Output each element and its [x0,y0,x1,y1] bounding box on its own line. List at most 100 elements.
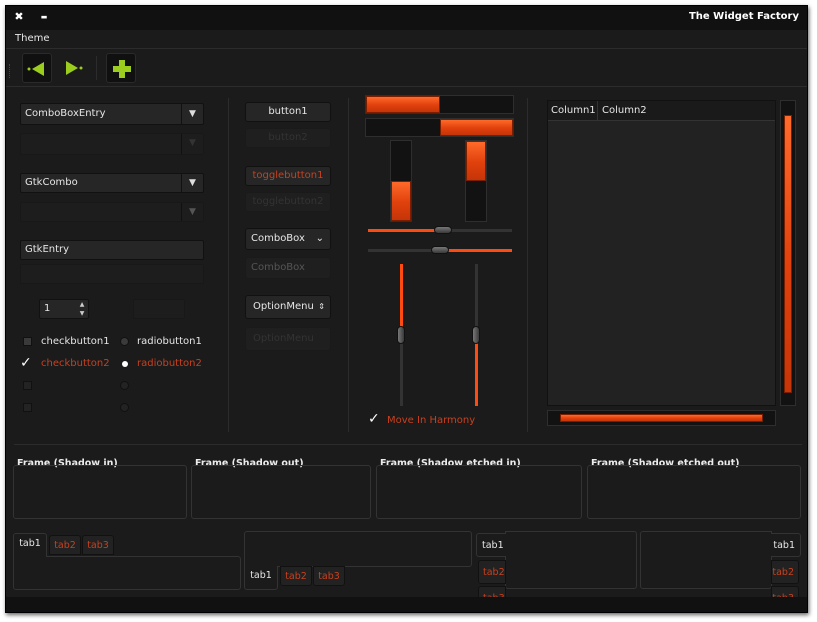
vscale2-fill [475,335,478,406]
spinbutton[interactable]: 1 ▲ ▼ [39,299,89,319]
spinbutton-value: 1 [44,303,51,314]
title-bar: ✖ ▬ The Widget Factory [6,6,807,30]
chevron-down-icon[interactable]: ▼ [181,174,203,192]
menu-theme[interactable]: Theme [15,33,50,44]
gtkentry-disabled [20,264,204,284]
gtkcombo[interactable]: GtkCombo ▼ [20,173,204,193]
radiobutton1-label[interactable]: radiobutton1 [137,336,202,347]
main-window: ✖ ▬ The Widget Factory Theme ComboBoxEnt… [5,5,808,613]
radiobutton4-disabled [120,403,129,412]
back-button[interactable] [22,53,52,83]
vscale2-trough[interactable] [472,264,480,406]
hscale2-trough[interactable] [368,246,512,254]
minimize-icon[interactable]: ▬ [38,11,50,23]
notebook-bottom-tab3[interactable]: tab3 [313,566,345,586]
hscale2-handle[interactable] [431,246,449,254]
hprogress1 [365,95,514,114]
chevron-down-icon: ▼ [181,203,203,221]
back-arrow-icon [27,62,44,76]
notebook-bottom-tab2[interactable]: tab2 [280,566,312,586]
plus-icon [113,60,131,78]
toolbar-separator [96,56,97,80]
togglebutton1[interactable]: togglebutton1 [245,166,331,186]
menubar-divider [6,48,807,49]
radiobutton3-disabled [120,381,129,390]
checkbutton1-label[interactable]: checkbutton1 [41,336,110,347]
notebook-right-tab2[interactable]: tab2 [771,560,799,584]
combobox-text: ComboBox [251,233,305,244]
vscale1-fill [400,264,403,335]
column1-header[interactable]: Column1 [548,101,598,121]
vprogress1-fill [391,181,411,221]
hprogress2 [365,118,514,137]
checkbutton2-label[interactable]: checkbutton2 [41,358,110,369]
vprogress2-fill [466,141,486,181]
forward-arrow-icon [66,61,83,75]
toolbar-grip[interactable] [9,64,12,78]
spinbutton-disabled [133,299,185,319]
horizontal-scrollbar-thumb[interactable] [560,414,763,422]
optionmenu-text: OptionMenu [253,301,314,312]
button2-disabled: button2 [245,128,331,148]
close-icon[interactable]: ✖ [13,11,25,23]
gtkentry-text: GtkEntry [25,244,70,255]
menubar: Theme [6,30,807,48]
hscale1-trough[interactable] [368,226,512,234]
checkbutton4-disabled [23,403,32,412]
vscale2-handle[interactable] [472,326,480,344]
column-separator [228,98,229,432]
horizontal-scrollbar[interactable] [547,410,776,426]
vprogress2 [465,140,487,222]
notebook-top-page [13,556,241,590]
section-divider [14,444,802,445]
column2-header[interactable]: Column2 [599,101,647,121]
optionmenu[interactable]: OptionMenu ⇕ [245,295,331,319]
notebook-bottom-page [244,531,472,567]
vscale1-handle[interactable] [397,326,405,344]
toolbar-divider [6,86,807,87]
notebook-left-tab2[interactable]: tab2 [478,560,506,584]
chevron-down-icon: ▼ [181,134,203,154]
notebook-top-tab3[interactable]: tab3 [82,535,114,555]
radiobutton2-dot[interactable] [122,361,128,367]
notebook-top-tab2[interactable]: tab2 [49,535,81,555]
treeview[interactable]: Column1 Column2 [547,100,776,406]
combobox-disabled-text: ComboBox [251,262,305,273]
checkbutton1-box[interactable] [23,337,32,346]
column-separator [348,98,349,432]
checkmark-icon[interactable]: ✓ [368,411,380,427]
forward-button[interactable] [57,53,87,83]
gtkcombo-text: GtkCombo [25,177,78,188]
comboboxentry-text: ComboBoxEntry [25,108,106,119]
combobox[interactable]: ComboBox ⌄ [245,228,331,250]
radiobutton1-circle[interactable] [120,337,129,346]
radiobutton2-label[interactable]: radiobutton2 [137,358,202,369]
add-button[interactable] [106,53,136,83]
notebook-top-tab1[interactable]: tab1 [13,533,47,557]
notebook-bottom-tab1[interactable]: tab1 [244,566,278,590]
notebook-right-tab1[interactable]: tab1 [771,533,801,557]
vertical-scrollbar-thumb[interactable] [784,115,792,393]
hscale1-fill [368,229,443,232]
checkmark-icon[interactable]: ✓ [20,355,32,371]
comboboxentry[interactable]: ComboBoxEntry ▼ [20,103,204,125]
treeview-header: Column1 Column2 [548,101,775,121]
frame-etched-out [587,465,801,519]
spin-arrows-icon[interactable]: ▲ ▼ [76,300,88,318]
gtkcombo-disabled: ▼ [20,202,204,222]
notebook-left-page [505,531,637,589]
chevron-down-icon[interactable]: ▼ [181,104,203,124]
checkbutton3-disabled [23,381,32,390]
hscale1-handle[interactable] [433,226,452,234]
vscale1-trough[interactable] [397,264,405,406]
window-title: The Widget Factory [688,11,799,22]
move-in-harmony-label[interactable]: Move In Harmony [387,415,475,426]
statusbar [6,597,807,612]
gtkentry[interactable]: GtkEntry [20,240,204,260]
hprogress2-fill [439,119,513,136]
button1[interactable]: button1 [245,102,331,122]
togglebutton2-disabled: togglebutton2 [245,192,331,212]
notebook-left-tab1[interactable]: tab1 [476,533,506,557]
column-separator [527,98,528,432]
vertical-scrollbar[interactable] [780,100,796,406]
